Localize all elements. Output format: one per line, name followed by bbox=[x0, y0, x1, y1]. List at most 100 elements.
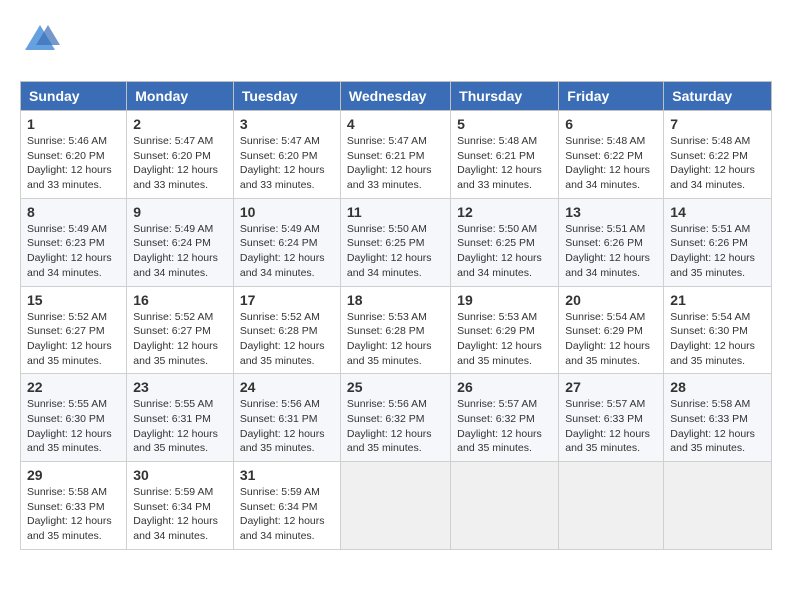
day-number: 22 bbox=[27, 379, 120, 395]
day-info: Sunrise: 5:56 AMSunset: 6:31 PMDaylight:… bbox=[240, 398, 325, 454]
day-info: Sunrise: 5:48 AMSunset: 6:21 PMDaylight:… bbox=[457, 135, 542, 191]
weekday-header-wednesday: Wednesday bbox=[340, 82, 450, 111]
day-number: 27 bbox=[565, 379, 657, 395]
day-number: 29 bbox=[27, 467, 120, 483]
day-number: 5 bbox=[457, 116, 552, 132]
day-number: 25 bbox=[347, 379, 444, 395]
day-info: Sunrise: 5:54 AMSunset: 6:29 PMDaylight:… bbox=[565, 311, 650, 367]
calendar-cell: 20 Sunrise: 5:54 AMSunset: 6:29 PMDaylig… bbox=[559, 286, 664, 374]
calendar-cell: 18 Sunrise: 5:53 AMSunset: 6:28 PMDaylig… bbox=[340, 286, 450, 374]
day-number: 20 bbox=[565, 292, 657, 308]
day-info: Sunrise: 5:49 AMSunset: 6:23 PMDaylight:… bbox=[27, 223, 112, 279]
calendar-cell bbox=[451, 462, 559, 550]
day-number: 24 bbox=[240, 379, 334, 395]
calendar-cell: 13 Sunrise: 5:51 AMSunset: 6:26 PMDaylig… bbox=[559, 198, 664, 286]
calendar-cell: 4 Sunrise: 5:47 AMSunset: 6:21 PMDayligh… bbox=[340, 111, 450, 199]
day-info: Sunrise: 5:47 AMSunset: 6:21 PMDaylight:… bbox=[347, 135, 432, 191]
calendar-cell: 23 Sunrise: 5:55 AMSunset: 6:31 PMDaylig… bbox=[127, 374, 234, 462]
weekday-header-friday: Friday bbox=[559, 82, 664, 111]
logo bbox=[20, 20, 64, 65]
day-info: Sunrise: 5:57 AMSunset: 6:32 PMDaylight:… bbox=[457, 398, 542, 454]
calendar-cell: 30 Sunrise: 5:59 AMSunset: 6:34 PMDaylig… bbox=[127, 462, 234, 550]
page-header bbox=[20, 20, 772, 65]
day-number: 18 bbox=[347, 292, 444, 308]
calendar-cell: 5 Sunrise: 5:48 AMSunset: 6:21 PMDayligh… bbox=[451, 111, 559, 199]
day-info: Sunrise: 5:58 AMSunset: 6:33 PMDaylight:… bbox=[27, 486, 112, 542]
calendar-cell: 27 Sunrise: 5:57 AMSunset: 6:33 PMDaylig… bbox=[559, 374, 664, 462]
calendar-cell bbox=[664, 462, 772, 550]
day-number: 9 bbox=[133, 204, 227, 220]
day-number: 28 bbox=[670, 379, 765, 395]
day-info: Sunrise: 5:54 AMSunset: 6:30 PMDaylight:… bbox=[670, 311, 755, 367]
calendar-cell: 8 Sunrise: 5:49 AMSunset: 6:23 PMDayligh… bbox=[21, 198, 127, 286]
calendar-cell: 28 Sunrise: 5:58 AMSunset: 6:33 PMDaylig… bbox=[664, 374, 772, 462]
calendar-cell: 26 Sunrise: 5:57 AMSunset: 6:32 PMDaylig… bbox=[451, 374, 559, 462]
weekday-header-saturday: Saturday bbox=[664, 82, 772, 111]
day-number: 26 bbox=[457, 379, 552, 395]
day-info: Sunrise: 5:59 AMSunset: 6:34 PMDaylight:… bbox=[240, 486, 325, 542]
weekday-header-monday: Monday bbox=[127, 82, 234, 111]
day-info: Sunrise: 5:49 AMSunset: 6:24 PMDaylight:… bbox=[133, 223, 218, 279]
calendar-cell: 24 Sunrise: 5:56 AMSunset: 6:31 PMDaylig… bbox=[233, 374, 340, 462]
day-number: 19 bbox=[457, 292, 552, 308]
calendar-cell: 22 Sunrise: 5:55 AMSunset: 6:30 PMDaylig… bbox=[21, 374, 127, 462]
day-number: 16 bbox=[133, 292, 227, 308]
calendar-cell: 29 Sunrise: 5:58 AMSunset: 6:33 PMDaylig… bbox=[21, 462, 127, 550]
day-info: Sunrise: 5:53 AMSunset: 6:28 PMDaylight:… bbox=[347, 311, 432, 367]
weekday-header-tuesday: Tuesday bbox=[233, 82, 340, 111]
day-number: 2 bbox=[133, 116, 227, 132]
day-number: 31 bbox=[240, 467, 334, 483]
day-number: 10 bbox=[240, 204, 334, 220]
day-info: Sunrise: 5:47 AMSunset: 6:20 PMDaylight:… bbox=[133, 135, 218, 191]
day-number: 17 bbox=[240, 292, 334, 308]
day-number: 1 bbox=[27, 116, 120, 132]
calendar-cell: 17 Sunrise: 5:52 AMSunset: 6:28 PMDaylig… bbox=[233, 286, 340, 374]
calendar-cell: 1 Sunrise: 5:46 AMSunset: 6:20 PMDayligh… bbox=[21, 111, 127, 199]
day-number: 14 bbox=[670, 204, 765, 220]
calendar-week-1: 1 Sunrise: 5:46 AMSunset: 6:20 PMDayligh… bbox=[21, 111, 772, 199]
calendar-cell: 31 Sunrise: 5:59 AMSunset: 6:34 PMDaylig… bbox=[233, 462, 340, 550]
day-info: Sunrise: 5:51 AMSunset: 6:26 PMDaylight:… bbox=[670, 223, 755, 279]
day-info: Sunrise: 5:50 AMSunset: 6:25 PMDaylight:… bbox=[457, 223, 542, 279]
calendar-cell: 15 Sunrise: 5:52 AMSunset: 6:27 PMDaylig… bbox=[21, 286, 127, 374]
day-info: Sunrise: 5:56 AMSunset: 6:32 PMDaylight:… bbox=[347, 398, 432, 454]
weekday-header-thursday: Thursday bbox=[451, 82, 559, 111]
day-info: Sunrise: 5:52 AMSunset: 6:27 PMDaylight:… bbox=[27, 311, 112, 367]
day-number: 30 bbox=[133, 467, 227, 483]
day-info: Sunrise: 5:52 AMSunset: 6:28 PMDaylight:… bbox=[240, 311, 325, 367]
calendar-cell: 2 Sunrise: 5:47 AMSunset: 6:20 PMDayligh… bbox=[127, 111, 234, 199]
day-info: Sunrise: 5:59 AMSunset: 6:34 PMDaylight:… bbox=[133, 486, 218, 542]
day-number: 13 bbox=[565, 204, 657, 220]
day-info: Sunrise: 5:52 AMSunset: 6:27 PMDaylight:… bbox=[133, 311, 218, 367]
calendar-cell bbox=[340, 462, 450, 550]
day-info: Sunrise: 5:58 AMSunset: 6:33 PMDaylight:… bbox=[670, 398, 755, 454]
day-info: Sunrise: 5:57 AMSunset: 6:33 PMDaylight:… bbox=[565, 398, 650, 454]
day-info: Sunrise: 5:49 AMSunset: 6:24 PMDaylight:… bbox=[240, 223, 325, 279]
calendar-cell: 16 Sunrise: 5:52 AMSunset: 6:27 PMDaylig… bbox=[127, 286, 234, 374]
day-info: Sunrise: 5:55 AMSunset: 6:30 PMDaylight:… bbox=[27, 398, 112, 454]
calendar-week-5: 29 Sunrise: 5:58 AMSunset: 6:33 PMDaylig… bbox=[21, 462, 772, 550]
calendar-cell: 21 Sunrise: 5:54 AMSunset: 6:30 PMDaylig… bbox=[664, 286, 772, 374]
day-number: 23 bbox=[133, 379, 227, 395]
calendar-week-3: 15 Sunrise: 5:52 AMSunset: 6:27 PMDaylig… bbox=[21, 286, 772, 374]
day-number: 3 bbox=[240, 116, 334, 132]
weekday-header-sunday: Sunday bbox=[21, 82, 127, 111]
day-number: 6 bbox=[565, 116, 657, 132]
calendar-cell: 14 Sunrise: 5:51 AMSunset: 6:26 PMDaylig… bbox=[664, 198, 772, 286]
day-info: Sunrise: 5:48 AMSunset: 6:22 PMDaylight:… bbox=[670, 135, 755, 191]
day-info: Sunrise: 5:46 AMSunset: 6:20 PMDaylight:… bbox=[27, 135, 112, 191]
weekday-header-row: SundayMondayTuesdayWednesdayThursdayFrid… bbox=[21, 82, 772, 111]
day-number: 8 bbox=[27, 204, 120, 220]
calendar-cell bbox=[559, 462, 664, 550]
calendar-week-2: 8 Sunrise: 5:49 AMSunset: 6:23 PMDayligh… bbox=[21, 198, 772, 286]
calendar-cell: 3 Sunrise: 5:47 AMSunset: 6:20 PMDayligh… bbox=[233, 111, 340, 199]
calendar-cell: 12 Sunrise: 5:50 AMSunset: 6:25 PMDaylig… bbox=[451, 198, 559, 286]
calendar-cell: 7 Sunrise: 5:48 AMSunset: 6:22 PMDayligh… bbox=[664, 111, 772, 199]
day-info: Sunrise: 5:53 AMSunset: 6:29 PMDaylight:… bbox=[457, 311, 542, 367]
day-number: 15 bbox=[27, 292, 120, 308]
day-number: 7 bbox=[670, 116, 765, 132]
day-number: 4 bbox=[347, 116, 444, 132]
calendar-table: SundayMondayTuesdayWednesdayThursdayFrid… bbox=[20, 81, 772, 550]
day-info: Sunrise: 5:55 AMSunset: 6:31 PMDaylight:… bbox=[133, 398, 218, 454]
day-info: Sunrise: 5:51 AMSunset: 6:26 PMDaylight:… bbox=[565, 223, 650, 279]
